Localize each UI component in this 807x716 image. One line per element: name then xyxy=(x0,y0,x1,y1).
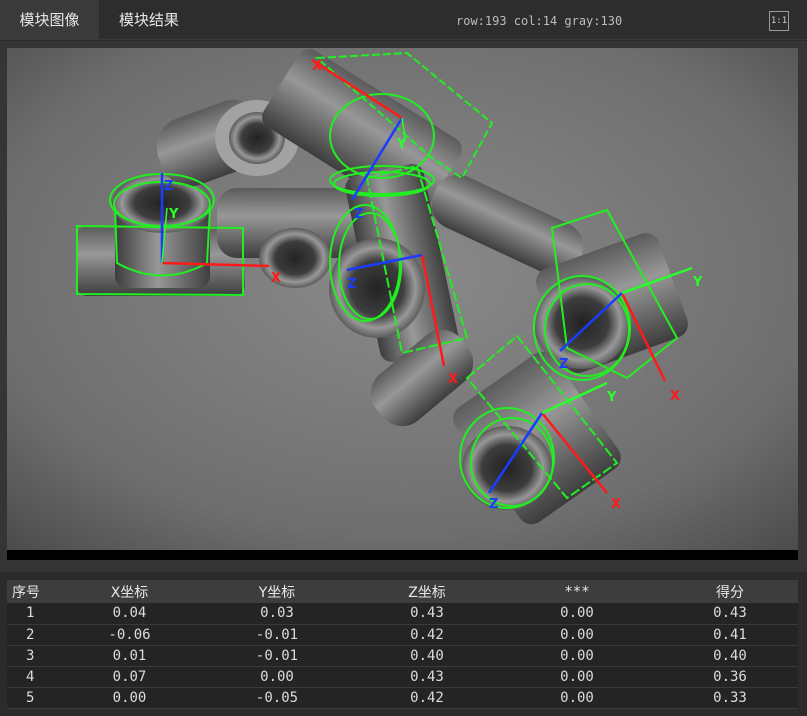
image-viewer: X Z Y X Y Z X Z X Z Y X Z Y xyxy=(0,41,807,572)
header-score[interactable]: 得分 xyxy=(662,580,798,603)
header-z-coord[interactable]: Z坐标 xyxy=(362,580,492,603)
axis-label-y: Y xyxy=(606,390,617,405)
image-canvas[interactable]: X Z Y X Y Z X Z X Z Y X Z Y xyxy=(7,48,798,560)
axis-label-y: Y xyxy=(692,275,703,290)
axis-label-x: X xyxy=(670,389,680,404)
result-table: 序号 X坐标 Y坐标 Z坐标 *** 得分 1 0.04 0.03 0.43 0… xyxy=(7,580,798,708)
axis-label-z: Z xyxy=(347,277,356,292)
pixel-status-readout: row:193 col:14 gray:130 xyxy=(456,14,623,28)
axis-label-z: Z xyxy=(164,179,173,194)
axis-label-x: X xyxy=(271,271,281,286)
detection-overlay: X Z Y X Y Z X Z X Z Y X Z Y xyxy=(7,48,798,550)
table-row[interactable]: 1 0.04 0.03 0.43 0.00 0.43 xyxy=(7,603,798,624)
header-masked[interactable]: *** xyxy=(492,580,662,603)
table-row[interactable]: 3 0.01 -0.01 0.40 0.00 0.40 xyxy=(7,645,798,666)
axis-label-z: Z xyxy=(559,357,568,372)
axis-label-y: Y xyxy=(168,207,179,222)
header-y-coord[interactable]: Y坐标 xyxy=(192,580,362,603)
header-index[interactable]: 序号 xyxy=(7,580,67,603)
tab-module-image[interactable]: 模块图像 xyxy=(0,0,99,40)
tab-module-result[interactable]: 模块结果 xyxy=(99,0,199,40)
table-row[interactable]: 5 0.00 -0.05 0.42 0.00 0.33 xyxy=(7,687,798,708)
table-header-row: 序号 X坐标 Y坐标 Z坐标 *** 得分 xyxy=(7,580,798,603)
axis-label-z: Z xyxy=(354,207,363,222)
table-row[interactable]: 4 0.07 0.00 0.43 0.00 0.36 xyxy=(7,666,798,687)
axis-label-y: Y xyxy=(396,137,407,152)
axis-label-x: X xyxy=(312,59,322,74)
axis-label-x: X xyxy=(611,497,621,512)
header-x-coord[interactable]: X坐标 xyxy=(67,580,192,603)
axis-label-x: X xyxy=(448,372,458,387)
table-row[interactable]: 2 -0.06 -0.01 0.42 0.00 0.41 xyxy=(7,624,798,645)
axis-label-z: Z xyxy=(489,497,498,512)
tab-bar: 模块图像 模块结果 row:193 col:14 gray:130 1:1 xyxy=(0,0,807,40)
bottom-bar xyxy=(0,710,807,716)
actual-size-button[interactable]: 1:1 xyxy=(769,11,789,31)
